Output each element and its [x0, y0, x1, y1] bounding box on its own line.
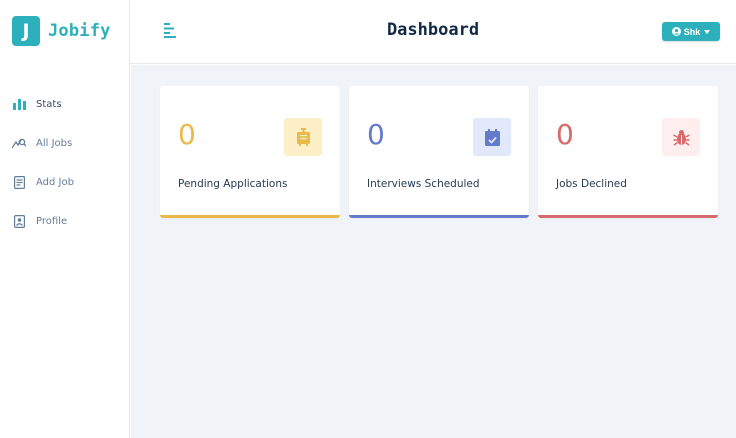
stat-accent-bar — [160, 215, 340, 218]
stat-count: 0 — [556, 118, 574, 151]
calendar-check-icon — [473, 118, 511, 156]
stat-label: Interviews Scheduled — [367, 178, 480, 190]
sidebar-item-label: Add Job — [36, 176, 74, 188]
caret-down-icon — [704, 29, 711, 34]
sidebar-item-label: Stats — [36, 98, 62, 110]
sidebar-nav: Stats All Jobs Add Job Profile — [12, 96, 74, 252]
bar-chart-icon — [12, 97, 26, 111]
suitcase-icon — [284, 118, 322, 156]
stat-card-interviews: 0 Interviews Scheduled — [349, 86, 529, 218]
sidebar-item-profile[interactable]: Profile — [12, 213, 74, 229]
stat-count: 0 — [367, 118, 385, 151]
sidebar: J Jobify Stats All Jobs Add Job Profile — [0, 0, 130, 438]
page-title: Dashboard — [386, 20, 480, 40]
stat-count: 0 — [178, 118, 196, 151]
sidebar-item-label: Profile — [36, 215, 68, 227]
form-icon — [12, 175, 26, 189]
bug-icon — [662, 118, 700, 156]
main-content: 0 Pending Applications 0 Interviews Sche… — [131, 65, 736, 438]
stat-accent-bar — [538, 215, 718, 218]
job-search-icon — [12, 136, 26, 150]
stat-card-declined: 0 Jobs Declined — [538, 86, 718, 218]
stat-accent-bar — [349, 215, 529, 218]
user-circle-icon — [671, 27, 681, 36]
stat-label: Jobs Declined — [556, 178, 627, 190]
sidebar-item-add-job[interactable]: Add Job — [12, 174, 74, 190]
logo-text: Jobify — [48, 21, 111, 41]
user-menu-button[interactable]: Shk — [662, 22, 720, 41]
sidebar-item-stats[interactable]: Stats — [12, 96, 74, 112]
sidebar-item-all-jobs[interactable]: All Jobs — [12, 135, 74, 151]
stat-label: Pending Applications — [178, 178, 288, 190]
user-name: Shk — [683, 26, 701, 37]
logo[interactable]: J Jobify — [12, 16, 111, 46]
id-card-icon — [12, 214, 26, 228]
stat-card-pending: 0 Pending Applications — [160, 86, 340, 218]
sidebar-item-label: All Jobs — [36, 137, 73, 149]
logo-mark: J — [12, 16, 40, 46]
top-navbar: Dashboard Shk — [130, 0, 736, 64]
